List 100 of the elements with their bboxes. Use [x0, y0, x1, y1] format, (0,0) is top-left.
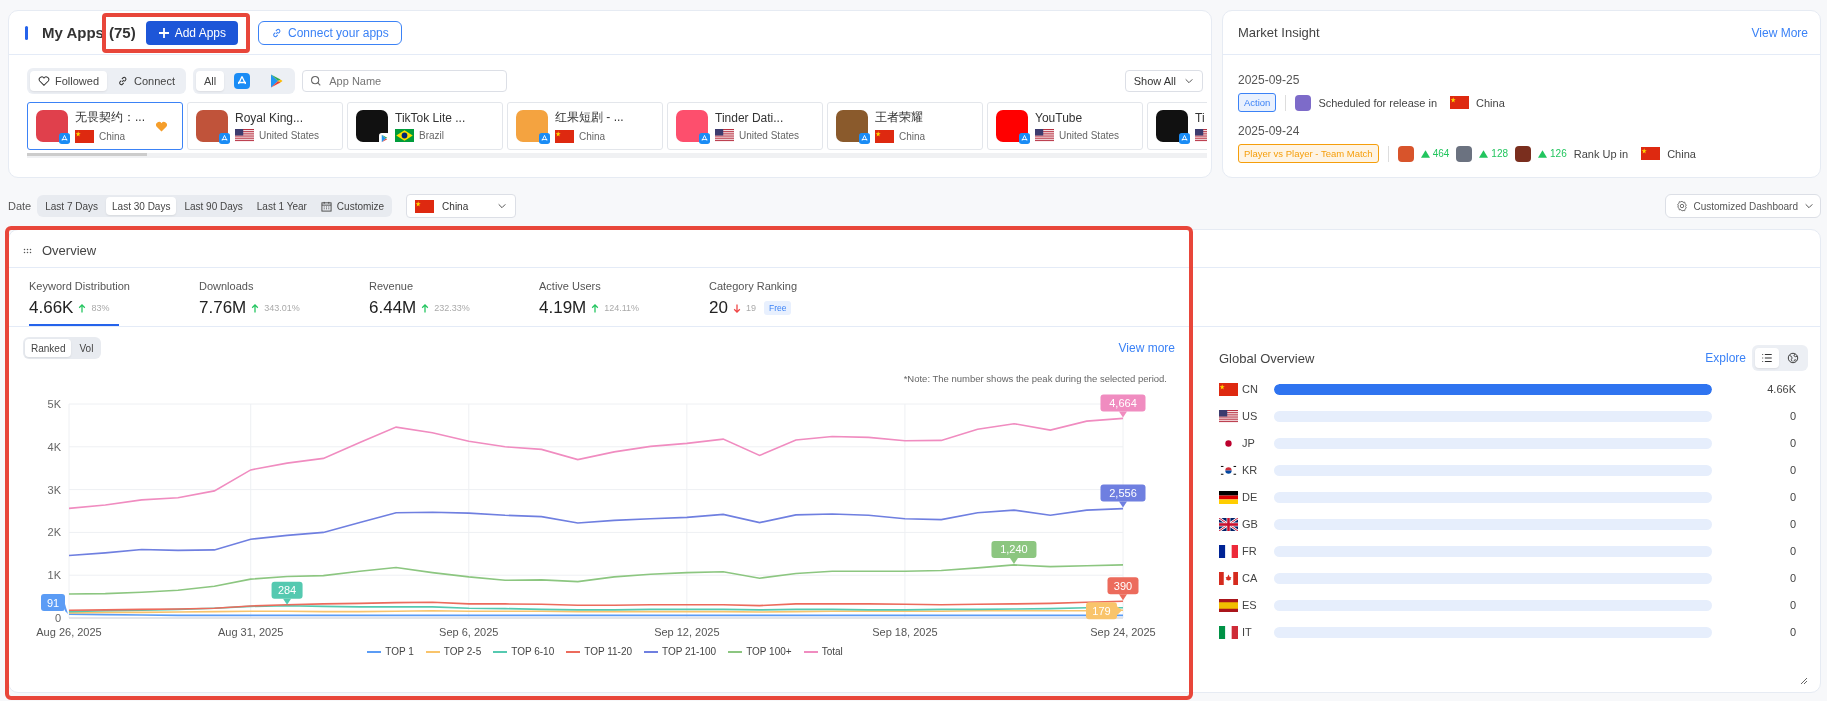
peak-value-label: 4,664	[1100, 394, 1146, 418]
metric-change: 232.33%	[434, 303, 470, 313]
metric-label: Revenue	[369, 280, 414, 292]
annotation: 390	[1113, 579, 1133, 592]
legend-label[interactable]: TOP 6-10	[511, 646, 555, 657]
card-title: My Apps	[42, 24, 104, 41]
metric-tab[interactable]: Category Ranking 20 19 Free	[701, 268, 871, 326]
app-store-icon	[1019, 133, 1030, 144]
flag-icon	[1219, 625, 1238, 639]
country-value: 0	[1788, 626, 1796, 638]
flag-icon	[235, 128, 254, 142]
connect-apps-button[interactable]: Connect your apps	[258, 20, 402, 45]
customized-dashboard-button[interactable]: Customized Dashboard	[1664, 194, 1821, 218]
scrollbar-thumb[interactable]	[27, 153, 147, 156]
date-range-tab[interactable]: Customize	[314, 197, 391, 215]
annotation: 1,240	[1000, 543, 1028, 556]
chevron-down-icon	[1184, 76, 1194, 86]
search-icon	[310, 75, 323, 87]
annotation: 284	[277, 584, 297, 597]
event-date: 2025-09-25	[1238, 73, 1301, 87]
view-more-link[interactable]: View more	[1118, 341, 1175, 355]
peak-value-label: 179	[1086, 602, 1122, 620]
search-field[interactable]: App Name	[302, 70, 508, 92]
rank-change: 464	[1432, 148, 1450, 159]
metric-change: 19	[745, 303, 756, 313]
flag-icon	[395, 128, 414, 142]
app-card[interactable]: YouTube United States	[987, 102, 1143, 150]
app-card[interactable]: TikTok Lite ... Brazil	[347, 102, 503, 150]
annotation: 179	[1092, 604, 1111, 617]
app-card[interactable]: Tinder Dati... United States	[667, 102, 823, 150]
country-name: China	[579, 131, 606, 142]
app-card[interactable]: 无畏契约：... China	[27, 102, 183, 150]
flag-icon	[1219, 463, 1238, 477]
chart-mode-tab[interactable]: Vol	[73, 339, 100, 357]
date-range-tab[interactable]: Last 1 Year	[250, 197, 313, 215]
card-title: Overview	[42, 243, 97, 258]
date-range-tab[interactable]: Last 30 Days	[106, 197, 177, 215]
explore-link[interactable]: Explore	[1705, 351, 1746, 365]
list-view-button[interactable]	[1755, 348, 1779, 368]
chart-mode-tab[interactable]: Ranked	[25, 339, 72, 357]
x-axis-label: Sep 24, 2025	[1090, 626, 1156, 638]
filter-tab[interactable]: Connect	[109, 71, 183, 91]
legend-label[interactable]: TOP 21-100	[662, 646, 717, 657]
legend-label[interactable]: Total	[821, 646, 843, 657]
app-card[interactable]: Royal King... United States	[187, 102, 343, 150]
flag-icon	[875, 130, 894, 143]
metric-tab[interactable]: Active Users 4.19M 124.11%	[531, 268, 701, 326]
country-name: United States	[739, 129, 800, 141]
y-axis-label: 1K	[47, 569, 61, 582]
legend-label[interactable]: TOP 1	[385, 646, 414, 657]
country-name: United States	[1059, 129, 1120, 141]
country-name: China	[899, 131, 926, 142]
resize-handle-icon[interactable]	[1798, 675, 1808, 685]
metric-tab[interactable]: Downloads 7.76M 343.01%	[191, 268, 361, 326]
view-more-link[interactable]: View More	[1751, 25, 1808, 40]
app-card[interactable]: 红果短剧 - ... China	[507, 102, 663, 150]
flag-icon	[1219, 598, 1238, 612]
country-code: CN	[1242, 383, 1259, 395]
metric-tab[interactable]: Revenue 6.44M 232.33%	[361, 268, 531, 326]
rank-change: 128	[1491, 148, 1508, 159]
app-card[interactable]: 王者荣耀 China	[827, 102, 983, 150]
event-text: Rank Up in	[1573, 147, 1629, 160]
show-all-dropdown[interactable]: Show All	[1124, 70, 1203, 92]
country-dropdown[interactable]: China	[406, 194, 517, 218]
metric-tab[interactable]: Keyword Distribution 4.66K 83%	[21, 268, 191, 326]
country-code: IT	[1242, 626, 1253, 638]
drag-handle-icon[interactable]	[23, 247, 32, 254]
x-axis-label: Aug 26, 2025	[36, 626, 102, 638]
metric-label: Keyword Distribution	[29, 280, 130, 292]
flag-icon	[1219, 571, 1238, 585]
country-code: ES	[1242, 599, 1258, 611]
legend-label[interactable]: TOP 11-20	[584, 646, 632, 657]
link-icon	[271, 26, 283, 39]
x-axis-label: Aug 31, 2025	[218, 626, 284, 638]
legend-label[interactable]: TOP 2-5	[443, 646, 482, 657]
country-value: 0	[1788, 545, 1796, 557]
arrow-up-icon	[421, 302, 430, 314]
store-tab[interactable]: All	[196, 71, 225, 91]
app-name: 王者荣耀	[875, 109, 924, 126]
metric-label: Active Users	[539, 280, 601, 292]
filter-tab[interactable]: Followed	[30, 71, 108, 91]
metric-change: 343.01%	[264, 303, 300, 313]
metric-change: 124.11%	[604, 303, 640, 313]
y-axis-label: 3K	[47, 483, 61, 496]
country-name: China	[1476, 96, 1505, 109]
date-range-tab[interactable]: Last 90 Days	[178, 197, 249, 215]
peak-value-label: 390	[1107, 577, 1139, 601]
card-title: Market Insight	[1238, 25, 1320, 40]
date-range-tab[interactable]: Last 7 Days	[39, 197, 105, 215]
country-code: DE	[1242, 491, 1259, 503]
calendar-icon	[320, 200, 332, 212]
app-name: Tinder Dati...	[715, 110, 785, 125]
y-axis-label: 4K	[47, 440, 61, 453]
app-store-icon	[859, 133, 870, 144]
add-apps-button[interactable]: Add Apps	[145, 20, 238, 45]
flag-icon	[555, 130, 574, 143]
google-play-icon	[268, 73, 285, 89]
legend-label[interactable]: TOP 100+	[746, 646, 792, 657]
app-store-icon	[699, 133, 710, 144]
flag-icon	[1219, 544, 1238, 558]
